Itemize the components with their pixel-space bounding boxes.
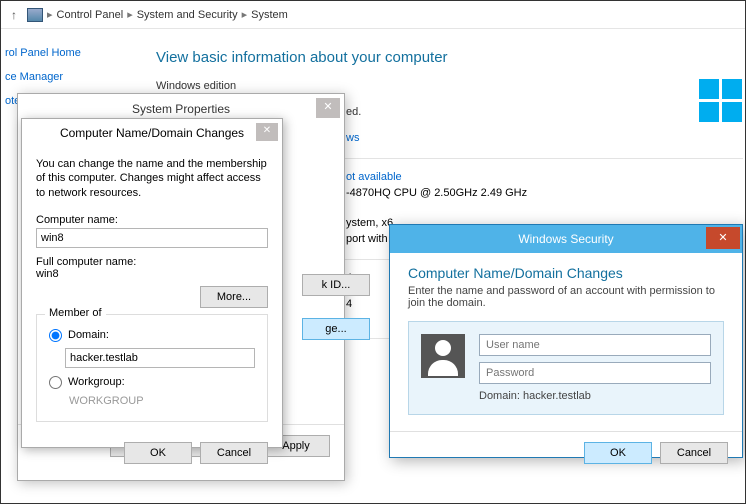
- breadcrumb: ↑ ▸ Control Panel ▸ System and Security …: [1, 1, 745, 29]
- domchg-intro: You can change the name and the membersh…: [36, 157, 268, 200]
- domchg-title: Computer Name/Domain Changes: [60, 126, 244, 140]
- more-button[interactable]: More...: [200, 286, 268, 308]
- workgroup-radio-label: Workgroup:: [68, 376, 125, 388]
- tail-4b: 4: [346, 298, 352, 310]
- domain-radio[interactable]: [49, 329, 62, 342]
- sysprops-title: System Properties: [132, 102, 230, 116]
- windows-security-dialog: Windows Security ✕ Computer Name/Domain …: [389, 224, 743, 458]
- domchg-titlebar[interactable]: Computer Name/Domain Changes ✕: [22, 119, 282, 147]
- member-of-group: Member of Domain: Workgroup: WORKGROUP: [36, 314, 268, 422]
- member-legend: Member of: [45, 307, 106, 319]
- computer-name-input[interactable]: [36, 228, 268, 248]
- close-icon[interactable]: ✕: [256, 123, 278, 141]
- winsec-title: Windows Security: [518, 232, 613, 246]
- windows-logo-icon: [697, 77, 745, 125]
- close-icon[interactable]: ✕: [706, 227, 740, 249]
- breadcrumb-sep: ▸: [127, 8, 133, 21]
- systype-tail: ystem, x6: [346, 217, 393, 229]
- domchg-button-row: OK Cancel: [22, 432, 282, 474]
- section-label: Windows edition: [156, 80, 743, 92]
- up-arrow-icon[interactable]: ↑: [5, 8, 23, 22]
- page-heading: View basic information about your comput…: [156, 49, 743, 66]
- workgroup-radio[interactable]: [49, 376, 62, 389]
- breadcrumb-sep: ▸: [242, 8, 248, 21]
- ok-button[interactable]: OK: [584, 442, 652, 464]
- user-avatar-icon: [421, 334, 465, 378]
- winsec-heading: Computer Name/Domain Changes: [408, 265, 724, 281]
- credentials-box: Domain: hacker.testlab: [408, 321, 724, 415]
- full-name-value: win8: [36, 268, 268, 280]
- cancel-button[interactable]: Cancel: [200, 442, 268, 464]
- ok-button[interactable]: OK: [124, 442, 192, 464]
- processor-value: -4870HQ CPU @ 2.50GHz 2.49 GHz: [346, 187, 527, 199]
- username-input[interactable]: [479, 334, 711, 356]
- trademark-text: ed.: [346, 106, 743, 118]
- domain-radio-label: Domain:: [68, 329, 109, 341]
- computer-name-label: Computer name:: [36, 214, 268, 226]
- domain-line: Domain: hacker.testlab: [479, 390, 711, 402]
- breadcrumb-sep: ▸: [47, 8, 53, 21]
- breadcrumb-item[interactable]: System and Security: [137, 9, 238, 21]
- domain-changes-dialog: Computer Name/Domain Changes ✕ You can c…: [21, 118, 283, 448]
- nav-link-devmgr[interactable]: ce Manager: [1, 65, 91, 89]
- winsec-titlebar[interactable]: Windows Security ✕: [390, 225, 742, 253]
- network-id-button[interactable]: k ID...: [302, 274, 370, 296]
- domain-input[interactable]: [65, 348, 255, 368]
- pen-tail: port with: [346, 233, 388, 245]
- winsec-button-row: OK Cancel: [390, 431, 742, 474]
- features-link[interactable]: ws: [346, 132, 743, 144]
- breadcrumb-item[interactable]: System: [251, 9, 288, 21]
- cancel-button[interactable]: Cancel: [660, 442, 728, 464]
- nav-link-home[interactable]: rol Panel Home: [1, 41, 91, 65]
- change-button[interactable]: ge...: [302, 318, 370, 340]
- breadcrumb-item[interactable]: Control Panel: [57, 9, 124, 21]
- close-icon[interactable]: ✕: [316, 98, 340, 118]
- rating-link[interactable]: ot available: [346, 171, 402, 183]
- workgroup-value: WORKGROUP: [65, 393, 255, 409]
- full-name-label: Full computer name:: [36, 256, 268, 268]
- pc-icon: [27, 8, 43, 22]
- winsec-subtext: Enter the name and password of an accoun…: [408, 285, 724, 309]
- password-input[interactable]: [479, 362, 711, 384]
